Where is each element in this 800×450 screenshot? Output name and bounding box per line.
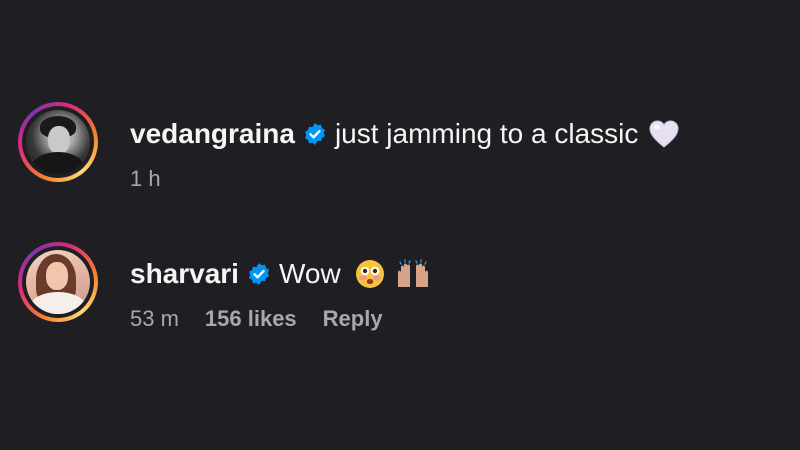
comment-text: just jamming to a classic [334,118,639,149]
username-link[interactable]: vedangraina [130,116,295,152]
username-link[interactable]: sharvari [130,256,239,292]
verified-badge-icon [304,123,325,145]
comment-text: Wow [278,258,341,289]
verified-badge-icon [248,263,269,285]
comment-body: vedangraina just jamming to a classic 1 … [130,102,680,192]
story-ring[interactable] [18,242,98,322]
comment-thread: vedangraina just jamming to a classic 1 … [0,0,800,450]
comment-timestamp[interactable]: 1 h [130,166,161,192]
flushed-face-emoji-icon [355,260,384,288]
avatar [26,110,90,174]
comment-meta: 53 m 156 likes Reply [130,306,431,332]
avatar [26,250,90,314]
raising-hands-emoji-icon [397,259,428,287]
reply-button[interactable]: Reply [323,306,383,332]
comment-body: sharvari Wow 53 m 156 likes Reply [130,242,431,332]
likes-count[interactable]: 156 likes [205,306,297,332]
story-ring[interactable] [18,102,98,182]
white-heart-emoji-icon [649,120,679,148]
comment-item: sharvari Wow 53 m 156 likes Reply [18,242,431,332]
comment-item: vedangraina just jamming to a classic 1 … [18,102,680,192]
comment-timestamp[interactable]: 53 m [130,306,179,332]
comment-meta: 1 h [130,166,680,192]
